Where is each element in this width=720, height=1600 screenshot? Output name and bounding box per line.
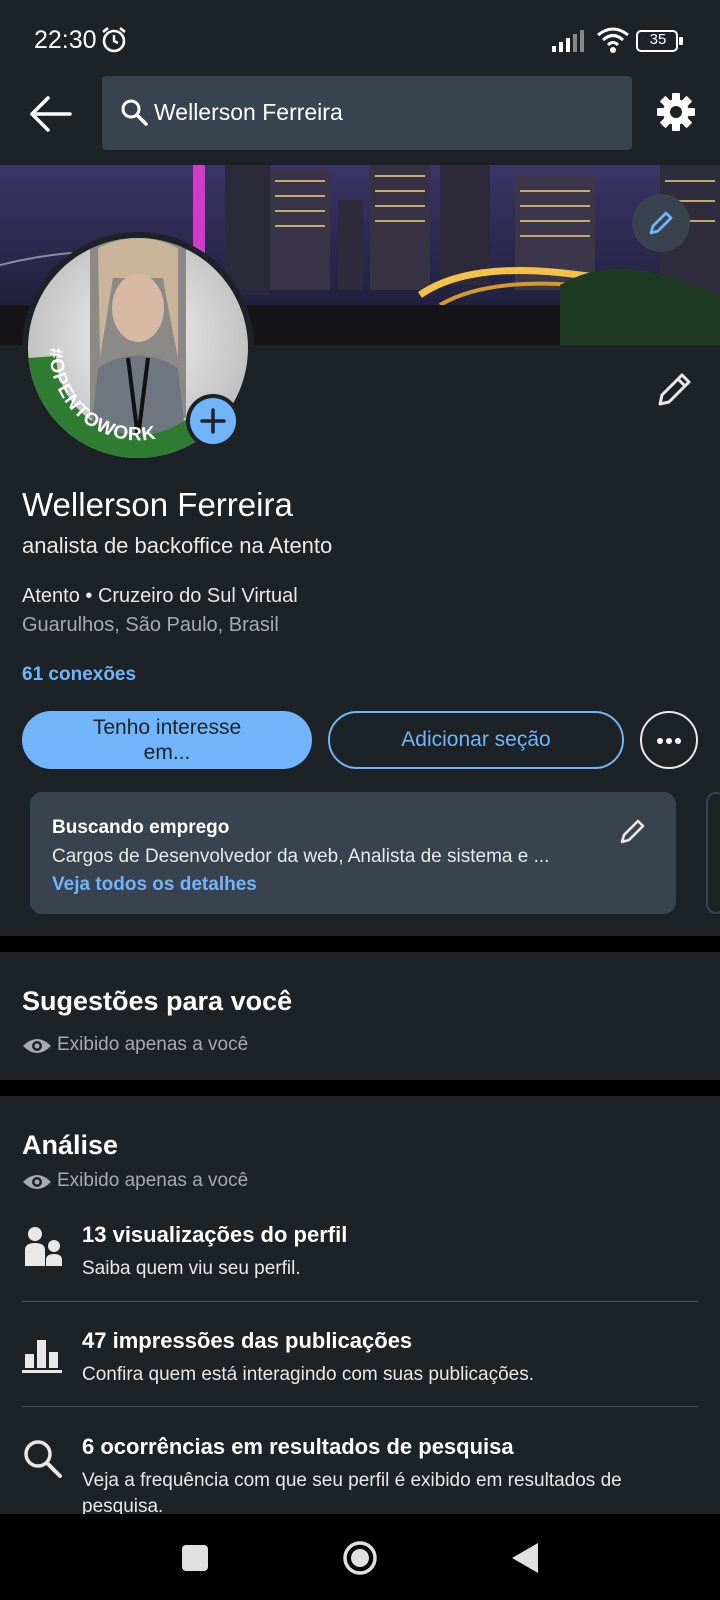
- bar-chart-icon: [22, 1340, 62, 1373]
- status-time: 22:30: [34, 26, 97, 54]
- next-card-edge[interactable]: [706, 792, 720, 914]
- pencil-icon: [649, 211, 673, 235]
- edit-intro-pencil-icon[interactable]: [654, 368, 696, 410]
- home-button[interactable]: [342, 1540, 378, 1576]
- signal-icon: [552, 30, 584, 52]
- edit-cover-button[interactable]: [632, 194, 690, 252]
- add-section-button[interactable]: Adicionar seção: [328, 711, 624, 769]
- suggestions-title: Sugestões para você: [22, 986, 293, 1016]
- open-to-work-card[interactable]: Buscando emprego Cargos de Desenvolvedor…: [30, 792, 676, 914]
- suggestions-visibility: Exibido apenas a você: [22, 1034, 422, 1058]
- section-separator: [0, 1080, 720, 1096]
- profile-headline: analista de backoffice na Atento: [22, 533, 333, 558]
- search-query: Wellerson Ferreira: [154, 99, 343, 125]
- open-to-work-roles: Cargos de Desenvolvedor da web, Analista…: [52, 846, 550, 867]
- search-input[interactable]: Wellerson Ferreira: [102, 76, 632, 150]
- section-separator: [0, 936, 720, 952]
- people-icon: [25, 1227, 62, 1266]
- search-appearances-item[interactable]: 6 ocorrências em resultados de pesquisa …: [22, 1434, 702, 1517]
- add-story-button[interactable]: [186, 394, 240, 448]
- stat-title: 13 visualizações do perfil: [82, 1222, 348, 1247]
- dot-icon: [657, 738, 663, 744]
- divider: [22, 1406, 698, 1407]
- profile-views-item[interactable]: 13 visualizações do perfil Saiba quem vi…: [22, 1222, 702, 1292]
- connections-link[interactable]: 61 conexões: [22, 664, 136, 686]
- plus-icon: [200, 408, 226, 434]
- stat-title: 47 impressões das publicações: [82, 1328, 413, 1353]
- visibility-label: Exibido apenas a você: [57, 1170, 249, 1191]
- analytics-title: Análise: [22, 1130, 119, 1160]
- alarm-icon: [102, 26, 126, 53]
- dot-icon: [666, 738, 672, 744]
- stat-subtitle: Veja a frequência com que seu perfil é e…: [82, 1470, 622, 1517]
- wifi-icon: [597, 27, 629, 53]
- stat-subtitle: Saiba quem viu seu perfil.: [82, 1258, 301, 1279]
- gear-icon[interactable]: [656, 92, 696, 132]
- eye-icon: [23, 1039, 51, 1053]
- dot-icon: [675, 738, 681, 744]
- battery-level: 35: [649, 31, 667, 48]
- profile-location: Guarulhos, São Paulo, Brasil: [22, 614, 279, 636]
- more-options-button[interactable]: [640, 711, 698, 769]
- open-to-button-line1: Tenho interesse: [92, 716, 242, 739]
- eye-icon: [23, 1175, 51, 1189]
- search-icon: [121, 99, 148, 126]
- search-icon: [24, 1440, 62, 1478]
- open-to-button-line2: em...: [143, 741, 191, 764]
- stat-subtitle: Confira quem está interagindo com suas p…: [82, 1364, 535, 1385]
- visibility-label: Exibido apenas a você: [57, 1034, 249, 1055]
- stat-title: 6 ocorrências em resultados de pesquisa: [82, 1434, 514, 1459]
- see-all-details-link[interactable]: Veja todos os detalhes: [52, 874, 257, 896]
- pencil-icon[interactable]: [618, 816, 648, 846]
- open-to-button[interactable]: Tenho interesse em...: [22, 711, 312, 769]
- status-bar: 22:30 35: [0, 0, 720, 80]
- post-impressions-item[interactable]: 47 impressões das publicações Confira qu…: [22, 1328, 702, 1398]
- back-arrow-icon[interactable]: [28, 94, 72, 134]
- open-to-work-title: Buscando emprego: [52, 817, 230, 838]
- profile-company-line[interactable]: Atento • Cruzeiro do Sul Virtual: [22, 585, 298, 608]
- recent-apps-button[interactable]: [182, 1545, 208, 1571]
- profile-name: Wellerson Ferreira: [22, 486, 293, 523]
- analytics-visibility: Exibido apenas a você: [22, 1170, 422, 1194]
- divider: [22, 1301, 698, 1302]
- back-triangle-icon[interactable]: [510, 1541, 540, 1575]
